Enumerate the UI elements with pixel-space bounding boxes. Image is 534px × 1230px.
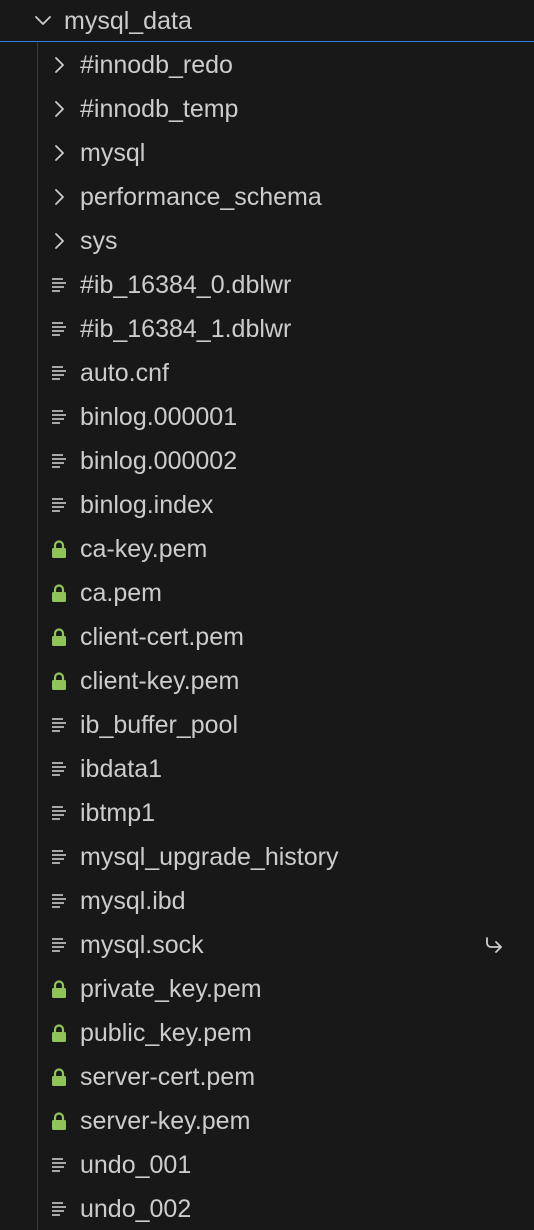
file-row[interactable]: client-cert.pem xyxy=(0,615,534,659)
file-label: auto.cnf xyxy=(80,359,169,387)
folder-label: #innodb_temp xyxy=(80,95,239,123)
file-row[interactable]: ib_buffer_pool xyxy=(0,703,534,747)
file-row[interactable]: ibdata1 xyxy=(0,747,534,791)
folder-label: #innodb_redo xyxy=(80,51,233,79)
folder-row[interactable]: performance_schema xyxy=(0,175,534,219)
file-lines-icon xyxy=(49,759,69,779)
file-lines-icon xyxy=(49,495,69,515)
file-label: #ib_16384_1.dblwr xyxy=(80,315,292,343)
file-label: client-key.pem xyxy=(80,667,240,695)
file-lines-icon xyxy=(49,1199,69,1219)
file-row[interactable]: undo_001 xyxy=(0,1143,534,1187)
file-row[interactable]: ca-key.pem xyxy=(0,527,534,571)
folder-label: mysql xyxy=(80,139,146,167)
file-label: server-key.pem xyxy=(80,1107,251,1135)
file-lines-icon xyxy=(49,1155,69,1175)
file-row[interactable]: ibtmp1 xyxy=(0,791,534,835)
file-label: binlog.index xyxy=(80,491,214,519)
file-label: client-cert.pem xyxy=(80,623,244,651)
file-lines-icon xyxy=(49,891,69,911)
chevron-right-icon[interactable] xyxy=(49,99,69,119)
lock-icon xyxy=(49,583,69,603)
folder-row[interactable]: #innodb_temp xyxy=(0,87,534,131)
file-lines-icon xyxy=(49,319,69,339)
file-row[interactable]: binlog.000001 xyxy=(0,395,534,439)
file-label: public_key.pem xyxy=(80,1019,252,1047)
chevron-right-icon[interactable] xyxy=(49,143,69,163)
file-row[interactable]: server-cert.pem xyxy=(0,1055,534,1099)
file-label: #ib_16384_0.dblwr xyxy=(80,271,292,299)
lock-icon xyxy=(49,1111,69,1131)
file-row[interactable]: private_key.pem xyxy=(0,967,534,1011)
lock-icon xyxy=(49,539,69,559)
file-lines-icon xyxy=(49,803,69,823)
file-row[interactable]: auto.cnf xyxy=(0,351,534,395)
file-lines-icon xyxy=(49,407,69,427)
file-row[interactable]: mysql.ibd xyxy=(0,879,534,923)
folder-label: sys xyxy=(80,227,118,255)
lock-icon xyxy=(49,1023,69,1043)
file-row[interactable]: binlog.000002 xyxy=(0,439,534,483)
folder-label: performance_schema xyxy=(80,183,322,211)
file-explorer-tree: mysql_data #innodb_redo #innodb_tempmysql… xyxy=(0,0,534,1230)
file-row[interactable]: server-key.pem xyxy=(0,1099,534,1143)
file-label: undo_002 xyxy=(80,1195,192,1223)
file-label: private_key.pem xyxy=(80,975,262,1003)
root-folder-label: mysql_data xyxy=(64,7,192,35)
folder-row[interactable]: mysql xyxy=(0,131,534,175)
folder-row-root[interactable]: mysql_data xyxy=(0,0,534,42)
symlink-arrow-icon xyxy=(483,935,505,955)
file-label: ib_buffer_pool xyxy=(80,711,239,739)
file-lines-icon xyxy=(49,451,69,471)
file-label: ca.pem xyxy=(80,579,162,607)
chevron-down-icon[interactable] xyxy=(33,11,53,31)
file-row[interactable]: binlog.index xyxy=(0,483,534,527)
lock-icon xyxy=(49,627,69,647)
file-lines-icon xyxy=(49,847,69,867)
file-lines-icon xyxy=(49,715,69,735)
file-label: mysql.ibd xyxy=(80,887,186,915)
file-lines-icon xyxy=(49,275,69,295)
file-label: server-cert.pem xyxy=(80,1063,256,1091)
file-row[interactable]: public_key.pem xyxy=(0,1011,534,1055)
file-row[interactable]: #ib_16384_1.dblwr xyxy=(0,307,534,351)
lock-icon xyxy=(49,1067,69,1087)
file-row[interactable]: mysql.sock xyxy=(0,923,534,967)
file-label: undo_001 xyxy=(80,1151,192,1179)
file-row[interactable]: mysql_upgrade_history xyxy=(0,835,534,879)
chevron-right-icon[interactable] xyxy=(49,231,69,251)
explorer-items: #innodb_redo #innodb_tempmysql performance… xyxy=(0,43,534,1230)
file-lines-icon xyxy=(49,935,69,955)
file-label: binlog.000002 xyxy=(80,447,238,475)
chevron-right-icon[interactable] xyxy=(49,187,69,207)
lock-icon xyxy=(49,979,69,999)
file-label: mysql_upgrade_history xyxy=(80,843,339,871)
chevron-right-icon[interactable] xyxy=(49,55,69,75)
file-label: binlog.000001 xyxy=(80,403,238,431)
file-label: ibtmp1 xyxy=(80,799,156,827)
file-row[interactable]: ca.pem xyxy=(0,571,534,615)
file-row[interactable]: undo_002 xyxy=(0,1187,534,1230)
file-row[interactable]: #ib_16384_0.dblwr xyxy=(0,263,534,307)
folder-row[interactable]: #innodb_redo xyxy=(0,43,534,87)
file-row[interactable]: client-key.pem xyxy=(0,659,534,703)
file-label: ca-key.pem xyxy=(80,535,208,563)
file-label: ibdata1 xyxy=(80,755,163,783)
lock-icon xyxy=(49,671,69,691)
file-lines-icon xyxy=(49,363,69,383)
folder-row[interactable]: sys xyxy=(0,219,534,263)
file-label: mysql.sock xyxy=(80,931,204,959)
